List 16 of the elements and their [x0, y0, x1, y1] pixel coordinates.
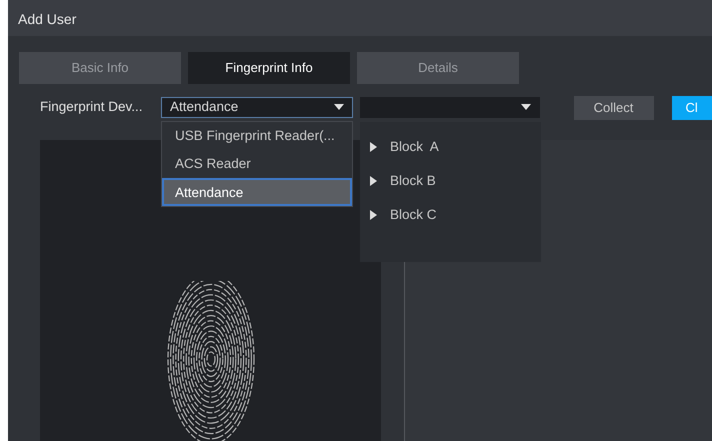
tree-item[interactable]: Block A [360, 130, 541, 164]
dropdown-option[interactable]: Attendance [162, 178, 352, 206]
expand-arrow-icon[interactable] [370, 210, 378, 220]
tree-item[interactable]: Block B [360, 164, 541, 198]
expand-arrow-icon[interactable] [370, 142, 378, 152]
tab[interactable]: Fingerprint Info [188, 52, 350, 84]
dropdown-option[interactable]: ACS Reader [162, 150, 352, 178]
tree-item[interactable]: Block C [360, 198, 541, 232]
field-label: Fingerprint Dev... [40, 98, 144, 116]
dropdown-option[interactable]: USB Fingerprint Reader(... [162, 122, 352, 150]
device-select[interactable]: Attendance [161, 97, 353, 118]
caret-icon [334, 104, 344, 111]
expand-arrow-icon[interactable] [370, 176, 378, 186]
collect-button[interactable]: Collect [574, 96, 654, 120]
caret-icon [520, 104, 530, 111]
window-title: Add User [8, 0, 712, 36]
